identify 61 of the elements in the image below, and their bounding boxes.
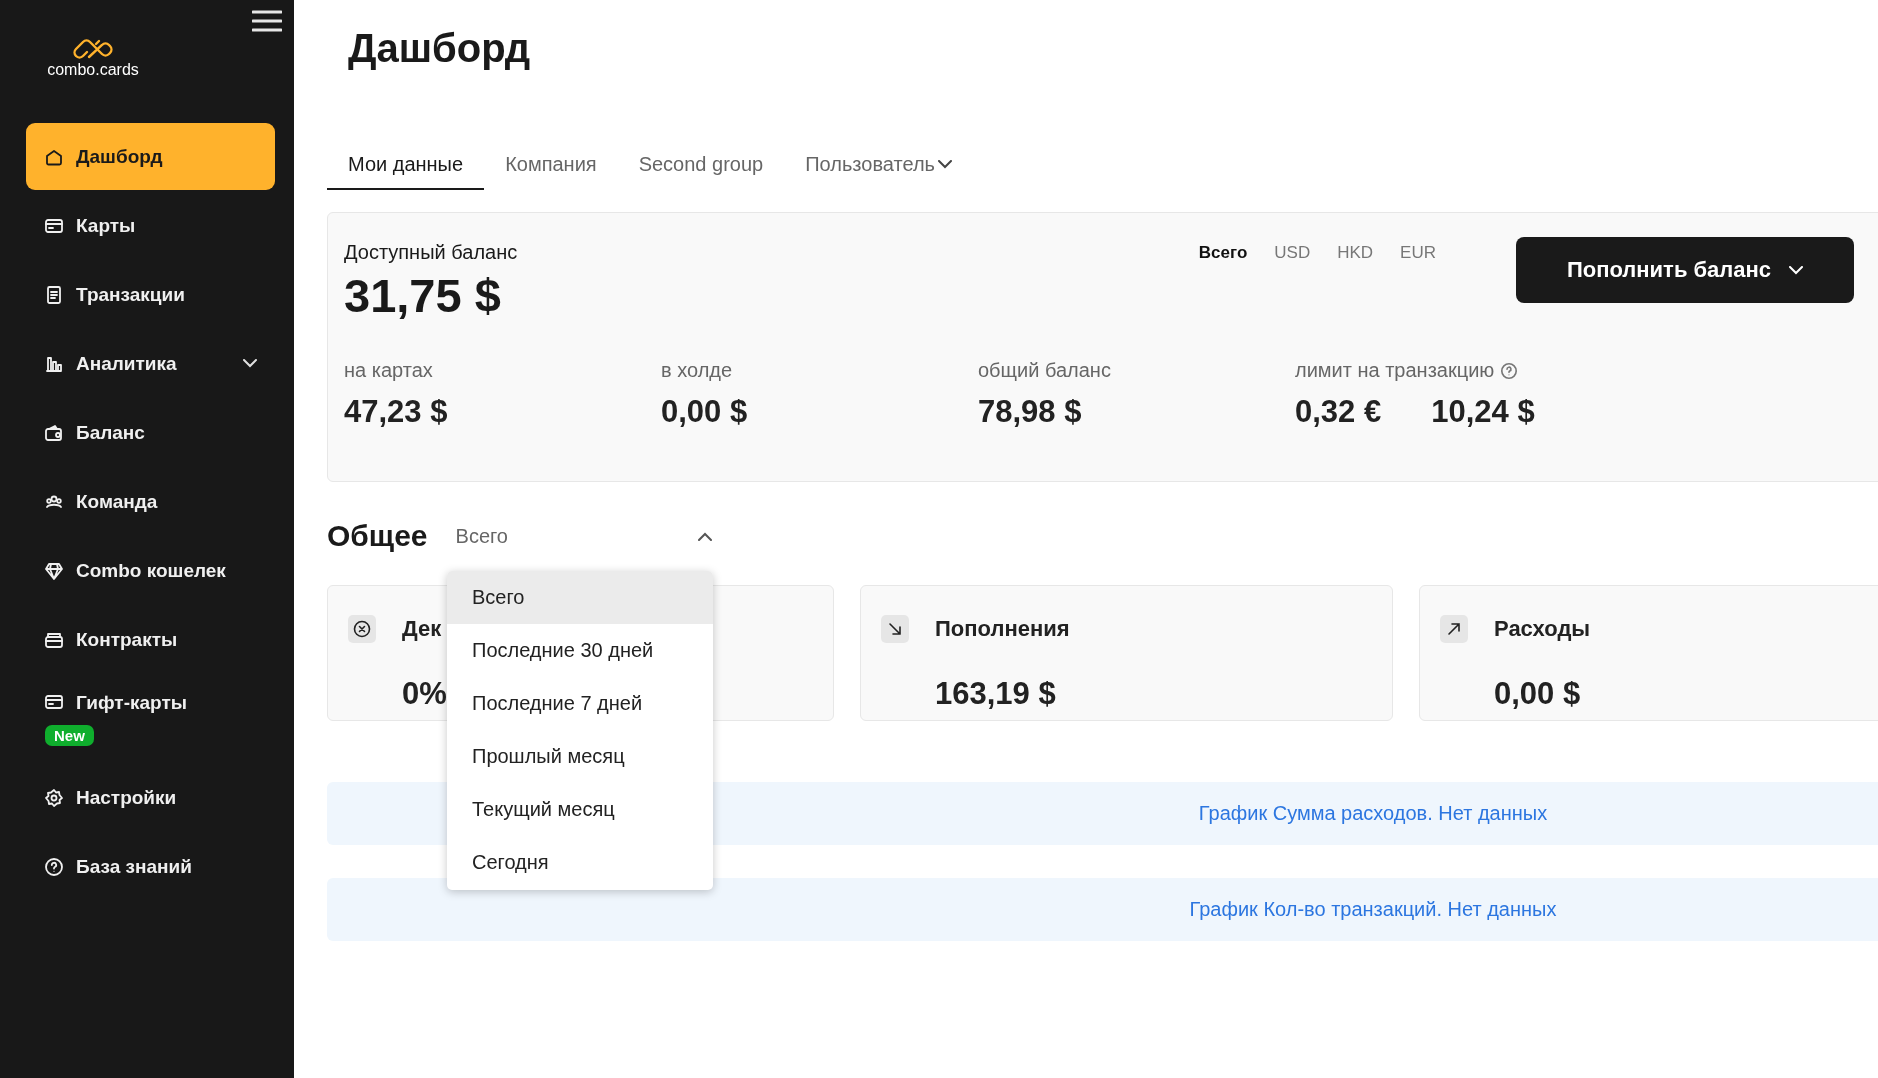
card-title: Пополнения: [935, 615, 1070, 642]
sidebar-item[interactable]: Карты: [26, 192, 275, 259]
menu-item[interactable]: Всего: [447, 571, 713, 624]
gift-card-icon: [44, 692, 64, 712]
currency-tab[interactable]: USD: [1274, 243, 1311, 263]
top-up-button[interactable]: Пополнить баланс: [1516, 237, 1854, 303]
sidebar-item[interactable]: Команда: [26, 468, 275, 535]
arrow-down-right-icon: [881, 614, 909, 643]
tab[interactable]: Пользователь: [784, 153, 973, 190]
menu-item[interactable]: Последние 30 дней: [447, 624, 713, 677]
sidebar-item[interactable]: Контракты: [26, 606, 275, 673]
card-value: 0%: [402, 676, 447, 713]
sidebar-item[interactable]: Баланс: [26, 399, 275, 466]
chevron-icon: [1789, 265, 1804, 275]
currency-tab[interactable]: HKD: [1337, 243, 1374, 263]
arrow-up-right-icon: [1440, 614, 1468, 643]
balance-amount: 31,75 $: [344, 268, 502, 323]
wallet-icon: [44, 422, 64, 443]
help-icon[interactable]: [1500, 361, 1519, 380]
stat-value: 0,32 €: [1295, 394, 1382, 430]
diamond-icon: [44, 560, 64, 581]
new-badge: New: [45, 725, 94, 746]
sidebar-item[interactable]: Транзакции: [26, 261, 275, 328]
stat-label: общий баланс: [978, 359, 1111, 382]
currency-tab[interactable]: EUR: [1400, 243, 1436, 263]
card-title: Дек: [402, 615, 442, 642]
balance-label: Доступный баланс: [344, 241, 519, 264]
menu-item[interactable]: Текущий месяц: [447, 783, 713, 836]
tab[interactable]: Компания: [484, 153, 618, 190]
menu-icon[interactable]: [252, 10, 282, 32]
sidebar-item[interactable]: Гифт-карты New: [26, 675, 275, 755]
tab[interactable]: Second group: [617, 153, 785, 190]
chevron-icon: [938, 160, 952, 169]
period-select[interactable]: Всего: [455, 524, 712, 548]
card-value: 163,19 $: [935, 676, 1056, 713]
sidebar-item[interactable]: База знаний: [26, 833, 275, 900]
chart-empty-notice: График Кол-во транзакций. Нет данных: [327, 878, 1878, 941]
logo-icon: [72, 38, 114, 60]
card-value: 0,00 $: [1494, 676, 1581, 713]
receipt-icon: [44, 284, 64, 305]
section-title: Общее: [327, 519, 428, 553]
sidebar-item[interactable]: Аналитика: [26, 330, 275, 397]
sidebar-item[interactable]: Combo кошелек: [26, 537, 275, 604]
stat-value: 78,98 $: [978, 394, 1082, 430]
stat-label: лимит на транзакцию: [1295, 359, 1495, 382]
help-icon: [44, 856, 64, 877]
stat-value: 10,24 $: [1431, 394, 1535, 430]
stat-value: 0,00 $: [661, 394, 748, 430]
page-title: Дашборд: [347, 25, 532, 72]
stat-label: в холде: [661, 359, 733, 382]
sidebar-item[interactable]: Дашборд: [26, 123, 275, 190]
logo-text: combo.cards: [47, 61, 139, 79]
stat-value: 47,23 $: [344, 394, 448, 430]
gear-icon: [44, 787, 64, 808]
menu-item[interactable]: Последние 7 дней: [447, 677, 713, 730]
tab[interactable]: Мои данные: [327, 153, 485, 190]
menu-item[interactable]: Прошлый месяц: [447, 730, 713, 783]
currency-tab[interactable]: Всего: [1198, 243, 1248, 263]
card-title: Расходы: [1494, 615, 1591, 642]
stat-label: на картах: [344, 359, 433, 382]
sidebar-item[interactable]: Настройки: [26, 764, 275, 831]
